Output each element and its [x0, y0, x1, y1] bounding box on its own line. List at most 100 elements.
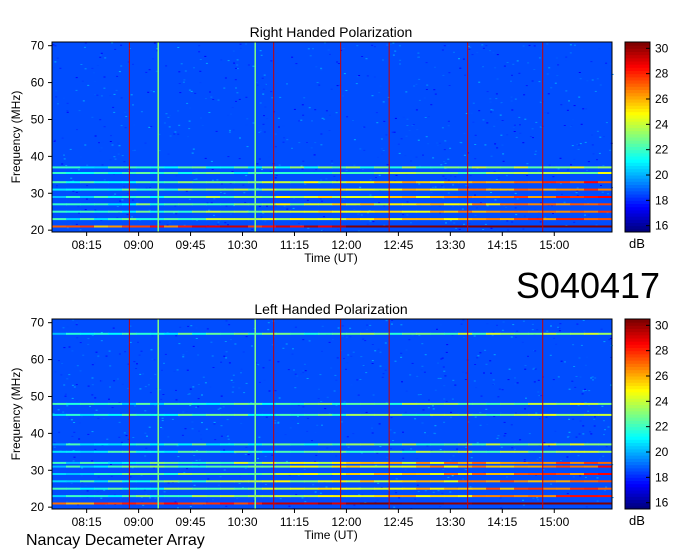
rh-heatmap-cell [485, 45, 488, 47]
lh-y-tick-label: 50 [31, 389, 45, 403]
rh-heatmap-cell [274, 177, 277, 179]
lh-band-segment [458, 502, 473, 505]
lh-band-segment [430, 402, 445, 405]
rh-heatmap-cell [53, 140, 56, 142]
rh-heatmap-cell [482, 229, 485, 230]
rh-band-segment [192, 225, 207, 228]
lh-band-segment [374, 473, 389, 475]
rh-heatmap-cell [510, 100, 513, 102]
lh-heatmap-cell [362, 338, 365, 340]
rh-heatmap-cell [569, 52, 572, 54]
lh-colorbar-step [625, 442, 650, 447]
rh-colorbar-step [625, 127, 650, 132]
lh-colorbar-step [625, 388, 650, 393]
rh-band-segment [444, 172, 459, 174]
rh-heatmap-cell [463, 154, 466, 156]
rh-heatmap-cell [449, 147, 452, 149]
lh-heatmap-cell [78, 438, 81, 440]
lh-band-segment [444, 413, 459, 416]
rh-heatmap-cell [548, 164, 551, 166]
lh-band-segment [164, 450, 179, 453]
rh-heatmap-cell [286, 208, 289, 210]
rh-colorbar-tick-label: 16 [655, 219, 669, 233]
lh-heatmap-cell [572, 418, 575, 420]
rh-heatmap-cell [230, 113, 232, 115]
lh-heatmap-cell [524, 368, 527, 370]
lh-heatmap-cell [372, 394, 375, 396]
lh-band-segment [486, 465, 501, 468]
lh-band-segment [304, 332, 319, 335]
lh-heatmap-cell [584, 388, 586, 390]
lh-colorbar-step [625, 452, 650, 456]
rh-colorbar-step [625, 209, 650, 214]
rh-heatmap-cell [227, 224, 229, 226]
rh-band-segment [66, 188, 81, 191]
lh-heatmap-cell [222, 406, 225, 408]
rh-heatmap-cell [595, 224, 598, 226]
rh-heatmap-cell [497, 177, 500, 179]
lh-band-segment [346, 461, 361, 464]
lh-band-segment [80, 450, 95, 453]
lh-heatmap-cell [57, 409, 60, 411]
lh-heatmap-cell [477, 355, 480, 357]
rh-heatmap-cell [447, 120, 450, 122]
lh-band-segment [570, 332, 585, 335]
lh-band-segment [556, 487, 571, 490]
lh-band-segment [598, 332, 613, 335]
rh-heatmap-cell [584, 141, 587, 143]
lh-heatmap-cell [346, 362, 349, 364]
rh-heatmap-cell [442, 229, 444, 231]
rh-heatmap-cell [565, 59, 568, 61]
rh-heatmap-cell [59, 67, 62, 69]
lh-heatmap-cell [555, 343, 558, 345]
lh-band-segment [80, 443, 95, 446]
lh-heatmap-cell [528, 433, 531, 435]
rh-y-tick-label: 40 [31, 149, 45, 163]
lh-heatmap-cell [450, 411, 452, 413]
rh-heatmap-cell [539, 101, 542, 103]
lh-heatmap-cell [492, 384, 495, 385]
lh-heatmap-cell [227, 438, 230, 440]
rh-band-segment [108, 172, 123, 174]
lh-heatmap-cell [503, 421, 506, 423]
rh-heatmap-cell [188, 89, 191, 91]
lh-band-segment [136, 443, 151, 446]
lh-heatmap-cell [384, 369, 387, 371]
rh-heatmap-cell [178, 124, 181, 126]
lh-heatmap-cell [577, 405, 580, 407]
rh-band-segment [346, 196, 361, 198]
lh-heatmap-cell [546, 330, 549, 332]
rh-heatmap-cell [210, 160, 213, 162]
rh-heatmap-cell [57, 100, 60, 102]
rh-band-segment [598, 196, 613, 198]
lh-heatmap-cell [444, 375, 447, 377]
rh-heatmap-cell [447, 45, 450, 47]
lh-heatmap-cell [238, 387, 241, 389]
rh-heatmap-cell [252, 186, 255, 188]
lh-band-segment [164, 495, 179, 498]
lh-heatmap-cell [282, 347, 285, 349]
lh-colorbar-step [625, 382, 650, 386]
lh-heatmap-cell [139, 373, 142, 375]
rh-band-segment [458, 203, 473, 206]
lh-band-segment [514, 473, 529, 475]
lh-band-segment [528, 502, 543, 505]
lh-heatmap-cell [414, 418, 417, 420]
lh-heatmap-cell [384, 342, 387, 344]
rh-heatmap-cell [336, 85, 339, 87]
lh-band-segment [164, 465, 179, 468]
rh-colorbar-step [625, 190, 650, 195]
lh-band-segment [542, 502, 557, 505]
lh-band-segment [542, 473, 557, 475]
rh-heatmap-cell [179, 92, 182, 94]
rh-heatmap-cell [506, 134, 509, 136]
lh-heatmap-cell [527, 405, 530, 407]
lh-title: Left Handed Polarization [254, 301, 407, 317]
lh-band-segment [206, 413, 221, 416]
rh-heatmap-cell [453, 222, 456, 224]
lh-heatmap-cell [175, 335, 178, 337]
lh-band-segment [150, 465, 165, 468]
lh-heatmap-cell [421, 365, 424, 367]
lh-heatmap-cell [258, 436, 261, 438]
rh-band-segment [570, 218, 585, 221]
